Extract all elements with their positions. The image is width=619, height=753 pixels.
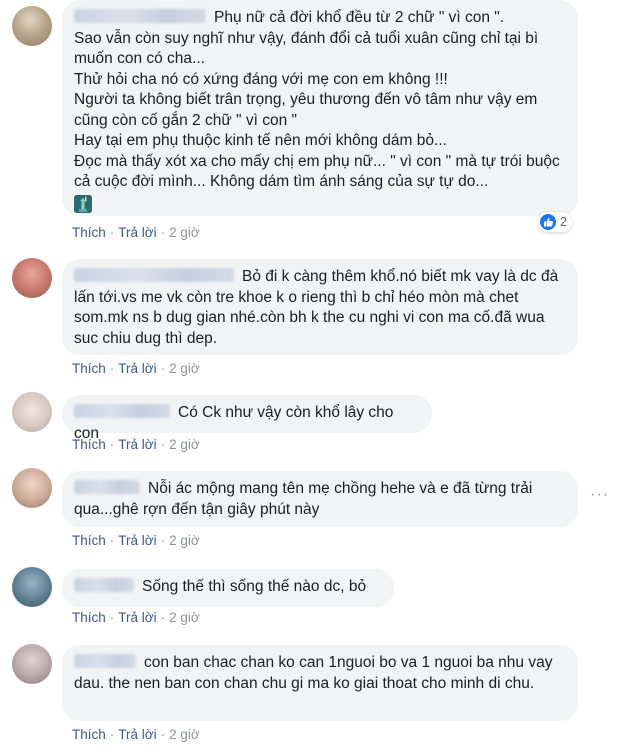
statue-of-liberty-emoji bbox=[74, 194, 566, 217]
commenter-name[interactable] bbox=[74, 578, 134, 592]
comment-actions: Thích · Trả lời · 2 giờ bbox=[72, 225, 200, 240]
comment-bubble: con ban chac chan ko can 1nguoi bo va 1 … bbox=[62, 645, 578, 721]
like-button[interactable]: Thích bbox=[72, 610, 106, 625]
comment-time[interactable]: 2 giờ bbox=[169, 533, 200, 548]
like-icon bbox=[540, 214, 556, 230]
reply-button[interactable]: Trả lời bbox=[118, 361, 156, 376]
reply-button[interactable]: Trả lời bbox=[118, 610, 156, 625]
comment-text: Sống thế thì sống thế nào dc, bỏ bbox=[142, 578, 367, 595]
commenter-avatar[interactable] bbox=[12, 567, 52, 607]
commenter-avatar[interactable] bbox=[12, 258, 52, 298]
comment-bubble: Sống thế thì sống thế nào dc, bỏ bbox=[62, 569, 394, 607]
commenter-name[interactable] bbox=[74, 268, 234, 282]
commenter-avatar[interactable] bbox=[12, 468, 52, 508]
comment-actions: Thích · Trả lời · 2 giờ bbox=[72, 727, 200, 742]
comment-actions: Thích · Trả lời · 2 giờ bbox=[72, 533, 200, 548]
comment-bubble: Bỏ đi k càng thêm khổ.nó biết mk vay là … bbox=[62, 259, 578, 355]
comment-time[interactable]: 2 giờ bbox=[169, 727, 200, 742]
comment-bubble: Có Ck như vậy còn khổ lây cho con bbox=[62, 395, 432, 442]
commenter-avatar[interactable] bbox=[12, 6, 52, 46]
reaction-summary[interactable]: 2 bbox=[538, 212, 572, 232]
like-button[interactable]: Thích bbox=[72, 533, 106, 548]
commenter-name[interactable] bbox=[74, 404, 170, 418]
more-options-icon[interactable]: ··· bbox=[590, 486, 609, 504]
reply-button[interactable]: Trả lời bbox=[118, 437, 156, 452]
like-button[interactable]: Thích bbox=[72, 225, 106, 240]
reply-button[interactable]: Trả lời bbox=[118, 225, 156, 240]
comment-bubble: Phụ nữ cả đời khổ đều từ 2 chữ " vì con … bbox=[62, 0, 578, 216]
like-button[interactable]: Thích bbox=[72, 361, 106, 376]
comment-time[interactable]: 2 giờ bbox=[169, 610, 200, 625]
comment-actions: Thích · Trả lời · 2 giờ bbox=[72, 437, 200, 452]
comment-actions: Thích · Trả lời · 2 giờ bbox=[72, 361, 200, 376]
reply-button[interactable]: Trả lời bbox=[118, 533, 156, 548]
comment-text: con ban chac chan ko can 1nguoi bo va 1 … bbox=[74, 654, 553, 692]
commenter-avatar[interactable] bbox=[12, 392, 52, 432]
reaction-count: 2 bbox=[560, 215, 567, 229]
like-button[interactable]: Thích bbox=[72, 437, 106, 452]
like-button[interactable]: Thích bbox=[72, 727, 106, 742]
comment-bubble: Nỗi ác mộng mang tên mẹ chồng hehe và e … bbox=[62, 471, 578, 527]
commenter-name[interactable] bbox=[74, 480, 140, 494]
comment-time[interactable]: 2 giờ bbox=[169, 361, 200, 376]
commenter-name[interactable] bbox=[74, 654, 136, 668]
comment-actions: Thích · Trả lời · 2 giờ bbox=[72, 610, 200, 625]
comment-time[interactable]: 2 giờ bbox=[169, 437, 200, 452]
comment-text: Nỗi ác mộng mang tên mẹ chồng hehe và e … bbox=[74, 480, 533, 518]
commenter-avatar[interactable] bbox=[12, 644, 52, 684]
reply-button[interactable]: Trả lời bbox=[118, 727, 156, 742]
comment-time[interactable]: 2 giờ bbox=[169, 225, 200, 240]
comment-text: Phụ nữ cả đời khổ đều từ 2 chữ " vì con … bbox=[74, 9, 560, 190]
commenter-name[interactable] bbox=[74, 9, 206, 23]
